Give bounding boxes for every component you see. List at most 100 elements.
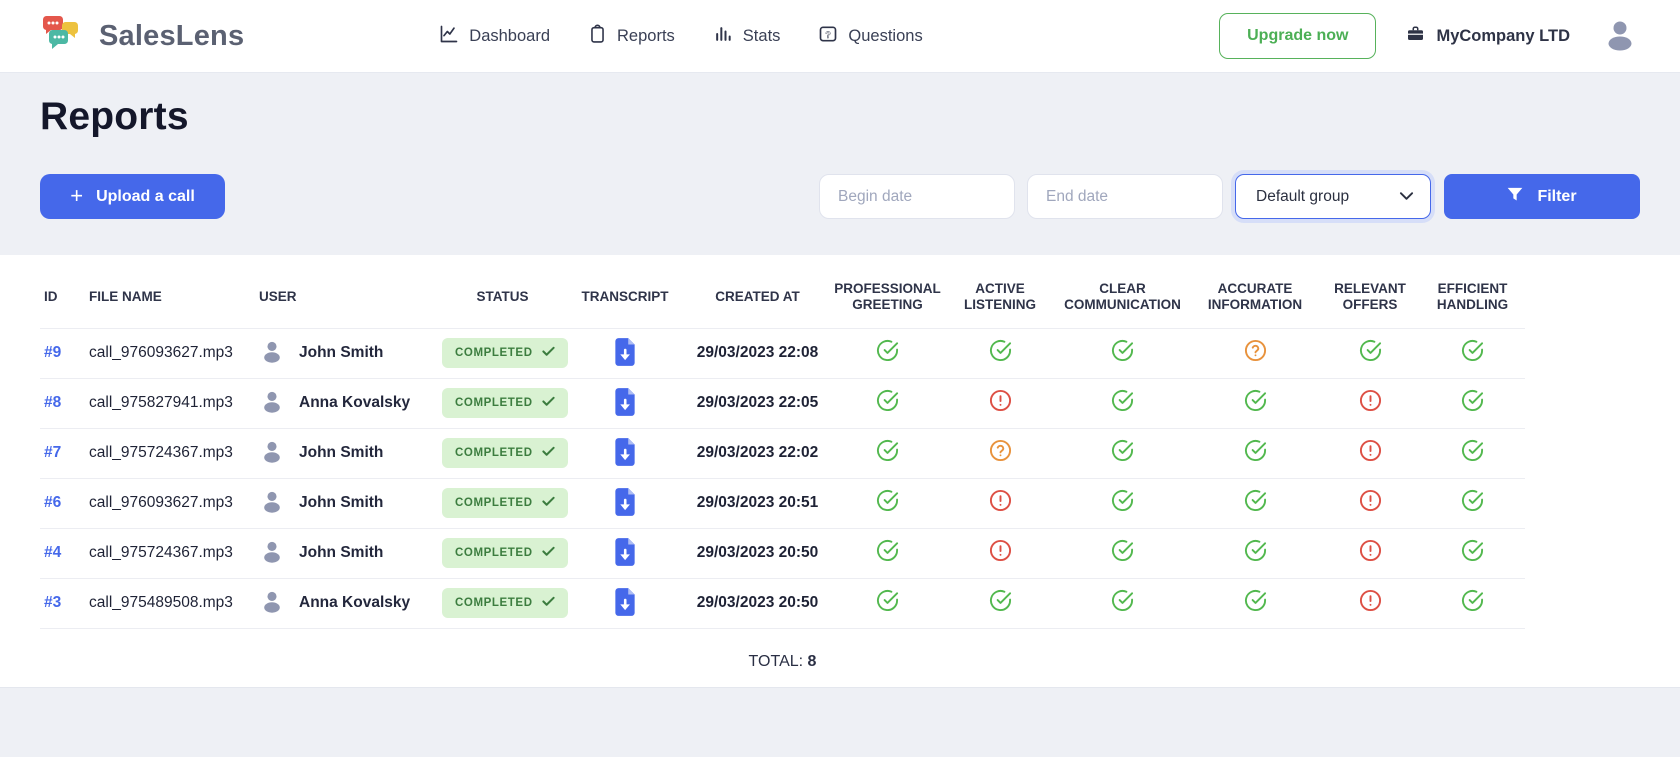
column-header: ACCURATE INFORMATION [1207,281,1303,312]
upgrade-now-button[interactable]: Upgrade now [1219,13,1377,59]
reports-header-section: Reports + Upload a call Default group Fi… [0,73,1680,255]
nav-label: Questions [848,26,923,45]
status-badge: COMPLETED [442,588,568,619]
relevant-offers-alert-icon [1359,540,1382,566]
active-listening-alert-icon [989,490,1012,516]
page-title: Reports [40,95,189,138]
column-header: STATUS [476,288,529,304]
active-listening-question-icon [989,440,1012,466]
user-cell: Anna Kovalsky [259,588,438,619]
efficient-handling-check-icon [1461,490,1484,516]
nav-item-stats[interactable]: Stats [713,24,780,49]
column-header: ID [44,288,58,304]
status-label: COMPLETED [455,447,533,460]
relevant-offers-alert-icon [1359,590,1382,616]
status-badge: COMPLETED [442,438,568,469]
nav-item-questions[interactable]: ? Questions [818,24,923,49]
briefcase-icon [1406,25,1425,48]
topbar-right-group: Upgrade now MyCompany LTD [1219,13,1640,59]
user-name: John Smith [299,444,384,462]
check-icon [541,396,555,410]
status-label: COMPLETED [455,497,533,510]
chevron-down-icon [1399,188,1414,206]
plus-icon: + [70,182,84,208]
check-icon [541,546,555,560]
transcript-download-button[interactable] [610,435,640,472]
user-avatar-button[interactable] [1600,15,1640,58]
table-row: #3 call_975489508.mp3 Anna Kovalsky COMPL… [40,577,1525,629]
clear-communication-check-icon [1111,490,1134,516]
column-header: EFFICIENT HANDLING [1436,281,1509,312]
table-row: #8 call_975827941.mp3 Anna Kovalsky COMPL… [40,377,1525,429]
upload-call-button[interactable]: + Upload a call [40,174,225,219]
column-header: ACTIVE LISTENING [963,281,1036,312]
user-avatar-icon [259,438,285,469]
transcript-download-button[interactable] [610,385,640,422]
row-id-link[interactable]: #6 [44,494,61,511]
total-label: TOTAL: [748,652,804,670]
transcript-download-button[interactable] [610,485,640,522]
nav-item-reports[interactable]: Reports [588,24,675,49]
total-value: 8 [807,652,817,670]
row-id-link[interactable]: #4 [44,544,61,561]
file-download-icon [612,537,638,570]
accurate-information-check-icon [1244,440,1267,466]
created-at-cell: 29/03/2023 20:51 [685,477,830,529]
brand-logo[interactable]: SalesLens [40,12,244,61]
created-at-cell: 29/03/2023 20:50 [685,527,830,579]
row-id-link[interactable]: #8 [44,394,61,411]
nav-label: Reports [617,26,675,45]
relevant-offers-check-icon [1359,340,1382,366]
page-footer-area [0,687,1680,757]
end-date-input[interactable] [1027,174,1223,219]
bar-chart-icon [713,24,733,49]
accurate-information-question-icon [1244,340,1267,366]
begin-date-input[interactable] [819,174,1015,219]
status-badge: COMPLETED [442,538,568,569]
table-body: #9 call_976093627.mp3 John Smith COMPLETE… [40,327,1525,629]
reports-table: ID FILE NAME USER STATUS TRANSCRIPT CREATED A… [40,267,1525,629]
table-header-row: ID FILE NAME USER STATUS TRANSCRIPT CREATED A… [40,267,1525,328]
user-name: John Smith [299,344,384,362]
table-row: #6 call_976093627.mp3 John Smith COMPLETE… [40,477,1525,529]
user-avatar-icon [259,538,285,569]
file-name-cell: call_976093627.mp3 [85,477,255,529]
clear-communication-check-icon [1111,340,1134,366]
filter-button[interactable]: Filter [1444,174,1640,219]
company-selector[interactable]: MyCompany LTD [1406,25,1570,48]
column-header: RELEVANT OFFERS [1334,281,1406,312]
clear-communication-check-icon [1111,590,1134,616]
professional-greeting-check-icon [876,340,899,366]
check-icon [541,596,555,610]
transcript-download-button[interactable] [610,335,640,372]
clear-communication-check-icon [1111,390,1134,416]
status-label: COMPLETED [455,347,533,360]
saleslens-logo-icon [40,12,86,61]
efficient-handling-check-icon [1461,540,1484,566]
relevant-offers-alert-icon [1359,490,1382,516]
check-icon [541,496,555,510]
svg-text:?: ? [826,29,832,39]
status-badge: COMPLETED [442,388,568,419]
nav-item-dashboard[interactable]: Dashboard [439,24,550,49]
file-download-icon [612,337,638,370]
active-listening-check-icon [989,590,1012,616]
filter-label: Filter [1537,187,1577,205]
user-cell: Anna Kovalsky [259,388,438,419]
column-header: CLEAR COMMUNICATION [1064,281,1181,312]
transcript-download-button[interactable] [610,585,640,622]
file-download-icon [612,587,638,620]
professional-greeting-check-icon [876,590,899,616]
group-select-dropdown[interactable]: Default group [1235,174,1431,219]
transcript-download-button[interactable] [610,535,640,572]
table-row: #7 call_975724367.mp3 John Smith COMPLETE… [40,427,1525,479]
row-id-link[interactable]: #7 [44,444,61,461]
user-name: John Smith [299,494,384,512]
row-id-link[interactable]: #3 [44,594,61,611]
row-id-link[interactable]: #9 [44,344,61,361]
file-download-icon [612,487,638,520]
upload-call-label: Upload a call [96,187,195,205]
status-label: COMPLETED [455,597,533,610]
funnel-icon [1507,187,1523,207]
line-chart-icon [439,24,459,49]
